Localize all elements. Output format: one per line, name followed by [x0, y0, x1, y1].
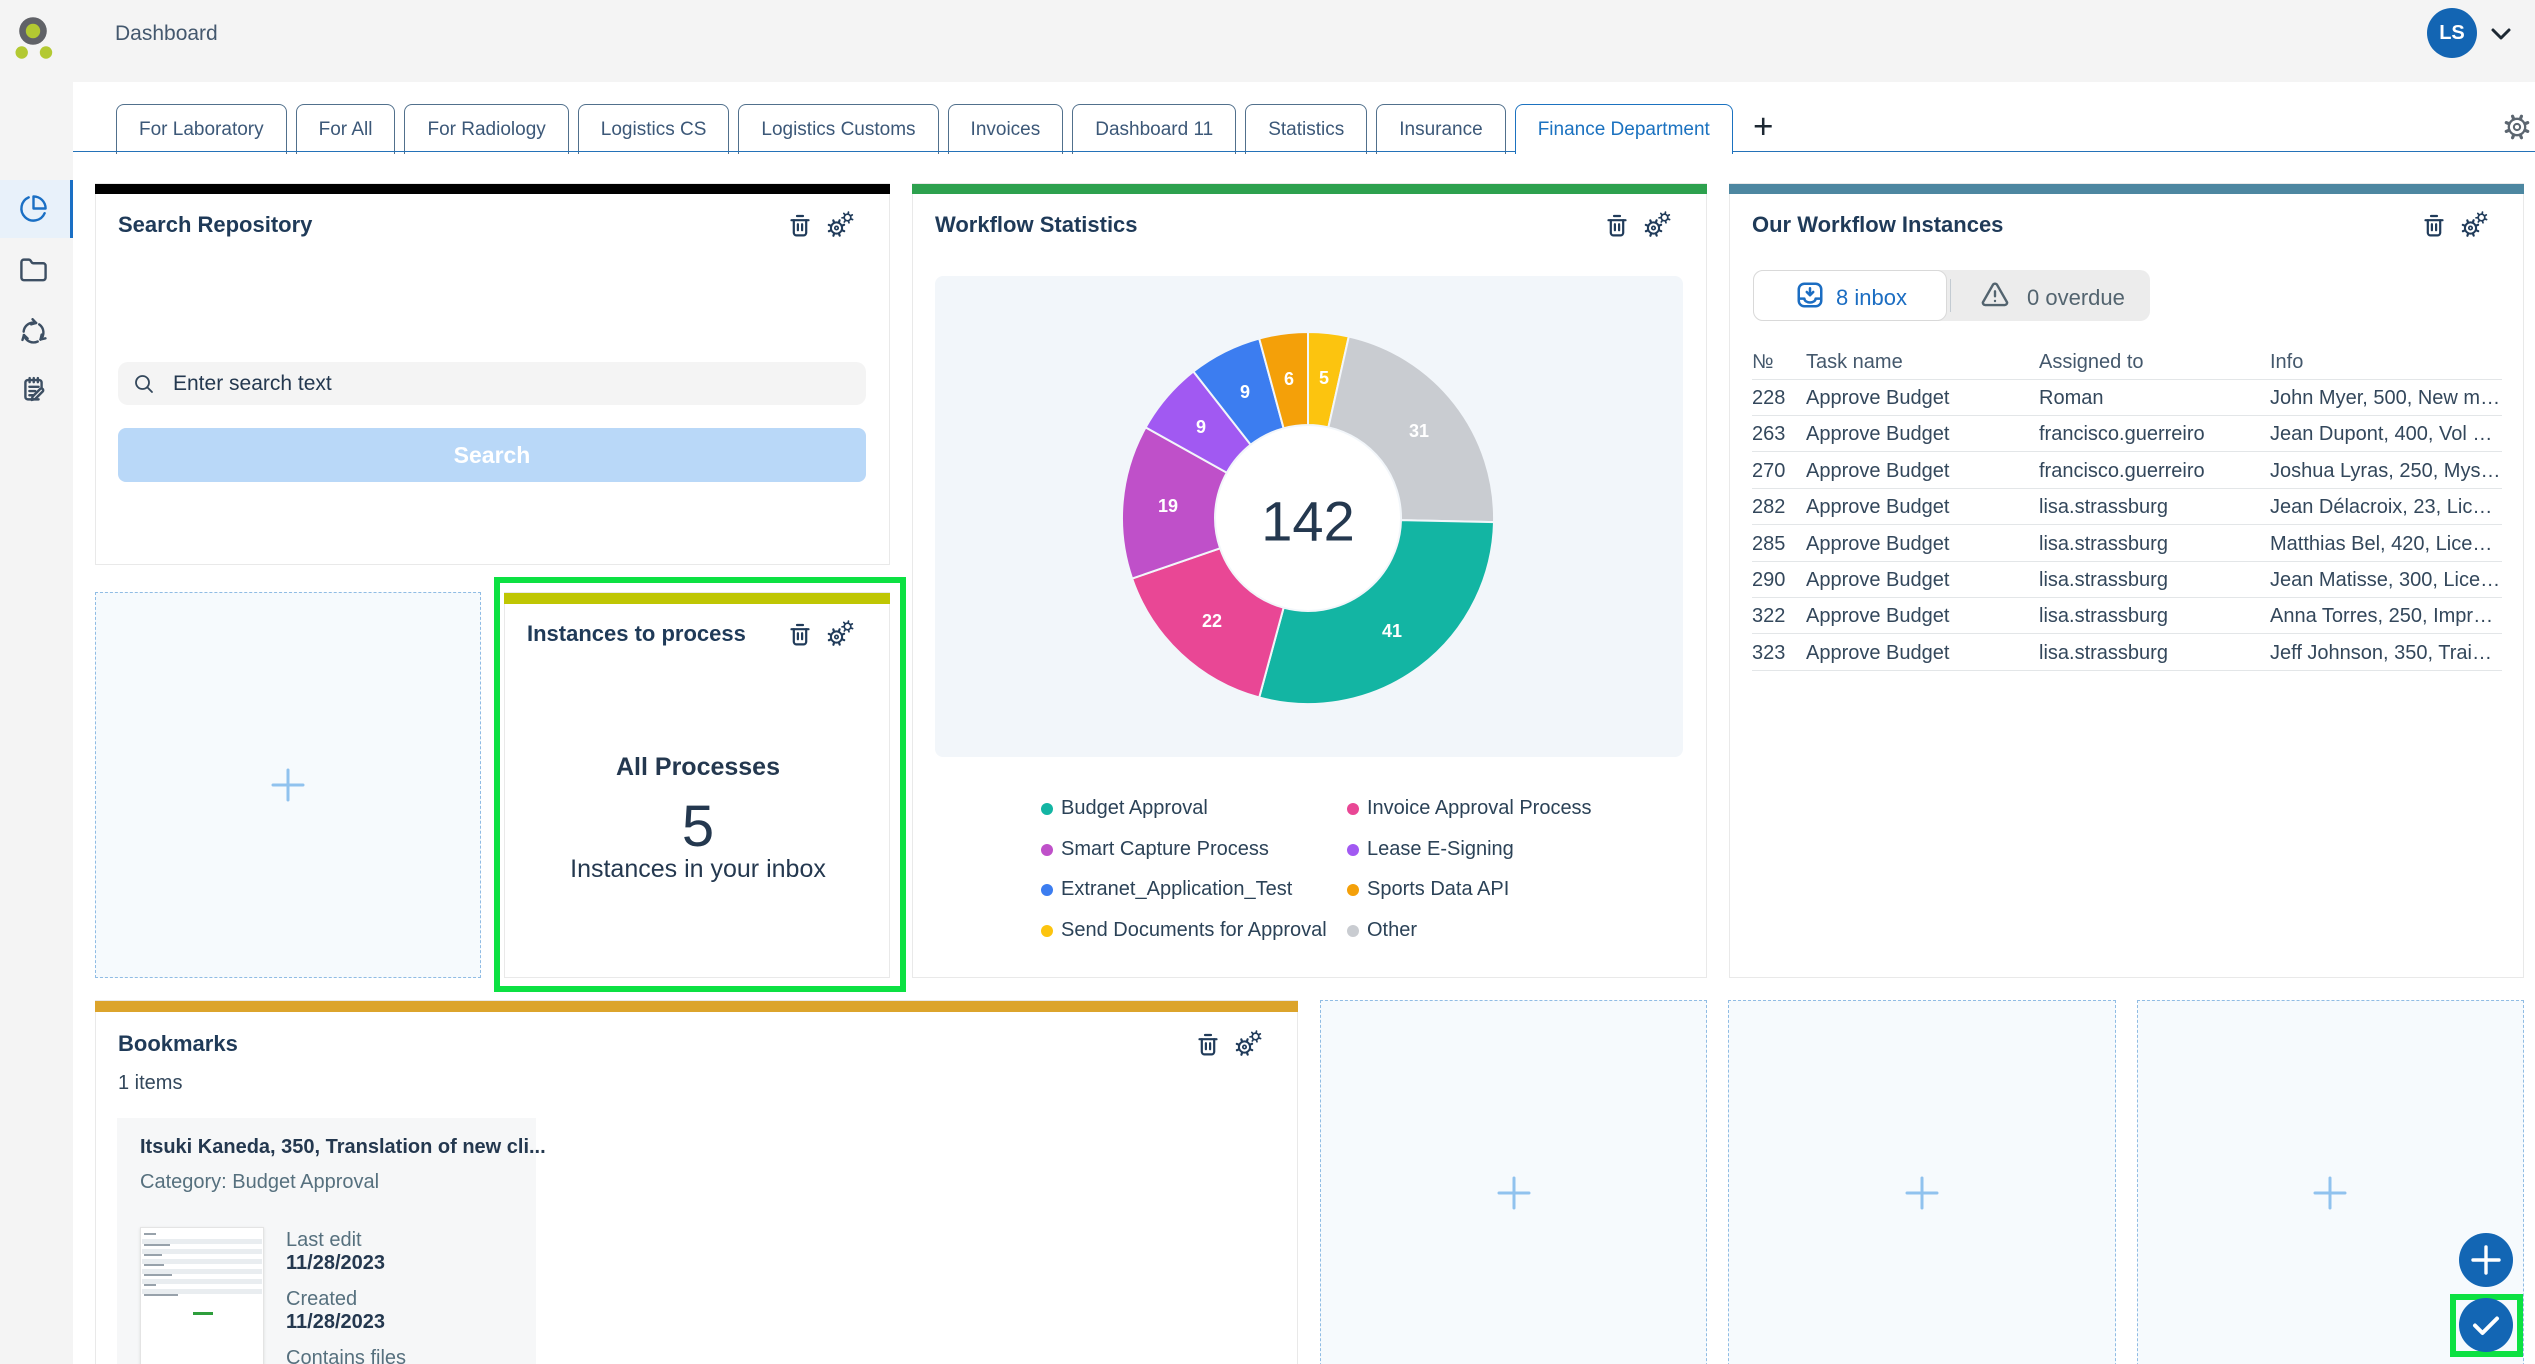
- svg-text:31: 31: [1409, 421, 1429, 441]
- svg-text:19: 19: [1158, 496, 1178, 516]
- svg-text:9: 9: [1240, 382, 1250, 402]
- svg-text:6: 6: [1284, 369, 1294, 389]
- svg-text:5: 5: [1319, 368, 1329, 388]
- svg-text:22: 22: [1202, 611, 1222, 631]
- svg-text:9: 9: [1196, 417, 1206, 437]
- svg-text:142: 142: [1261, 490, 1354, 553]
- svg-text:41: 41: [1382, 621, 1402, 641]
